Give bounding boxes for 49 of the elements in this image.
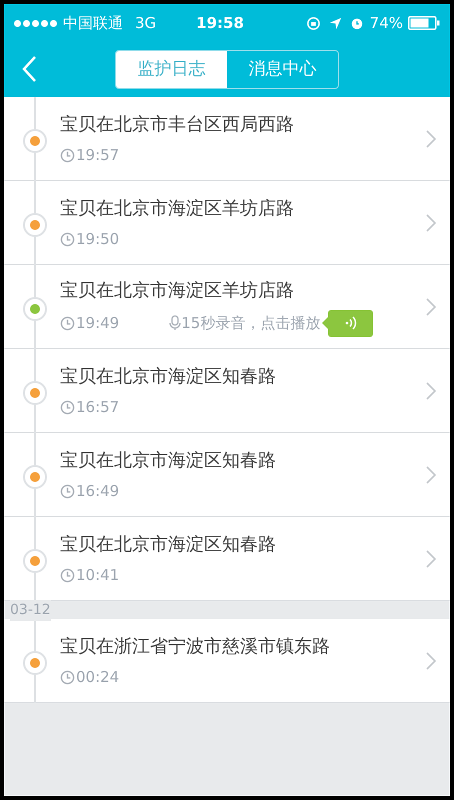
chevron-right-icon bbox=[426, 382, 436, 400]
location-title: 宝贝在北京市海淀区知春路 bbox=[60, 532, 277, 557]
status-time: 19:58 bbox=[196, 12, 244, 34]
entry-time: 19:57 bbox=[76, 144, 120, 166]
chevron-right-icon bbox=[426, 298, 436, 316]
location-title: 宝贝在北京市丰台区西局西路 bbox=[60, 112, 295, 137]
sound-wave-icon bbox=[344, 316, 357, 330]
battery-percent: 74% bbox=[370, 12, 403, 34]
chevron-right-icon bbox=[426, 466, 436, 484]
signal-icon bbox=[14, 20, 57, 26]
network-label: 3G bbox=[135, 12, 156, 34]
carrier-label: 中国联通 bbox=[63, 12, 123, 34]
entry-time: 19:50 bbox=[76, 228, 120, 250]
entry-time: 16:49 bbox=[76, 480, 120, 502]
clock-icon bbox=[60, 400, 75, 414]
chevron-right-icon bbox=[426, 130, 436, 148]
rotation-lock-icon bbox=[306, 16, 321, 30]
microphone-icon bbox=[169, 315, 182, 331]
clock-icon bbox=[60, 670, 75, 684]
voice-note-label: 15秒录音，点击播放 bbox=[181, 312, 320, 334]
location-title: 宝贝在北京市海淀区知春路 bbox=[60, 448, 277, 473]
location-title: 宝贝在北京市海淀区羊坊店路 bbox=[60, 196, 295, 221]
log-entry[interactable]: 宝贝在北京市丰台区西局西路 19:57 bbox=[4, 97, 450, 181]
log-entry[interactable]: 宝贝在北京市海淀区羊坊店路 19:50 bbox=[4, 181, 450, 265]
log-entry[interactable]: 宝贝在北京市海淀区知春路 16:49 bbox=[4, 433, 450, 517]
location-icon bbox=[328, 16, 342, 30]
entry-time: 10:41 bbox=[76, 564, 120, 586]
chevron-right-icon bbox=[426, 214, 436, 232]
entry-time: 19:49 bbox=[76, 312, 120, 334]
chevron-right-icon bbox=[426, 652, 436, 670]
chevron-right-icon bbox=[426, 550, 436, 568]
log-entry[interactable]: 宝贝在浙江省宁波市慈溪市镇东路 00:24 bbox=[4, 619, 450, 703]
location-title: 宝贝在浙江省宁波市慈溪市镇东路 bbox=[60, 634, 331, 659]
clock-icon bbox=[60, 568, 75, 582]
entry-time: 16:57 bbox=[76, 396, 120, 418]
clock-icon bbox=[60, 148, 75, 162]
entry-time: 00:24 bbox=[76, 666, 120, 688]
battery-icon bbox=[408, 16, 440, 30]
log-entry[interactable]: 宝贝在北京市海淀区羊坊店路 19:49 15秒录音，点击播放 bbox=[4, 265, 450, 349]
log-entry[interactable]: 宝贝在北京市海淀区知春路 10:41 bbox=[4, 517, 450, 601]
location-title: 宝贝在北京市海淀区羊坊店路 bbox=[60, 278, 295, 302]
play-voice-button[interactable] bbox=[328, 310, 374, 336]
clock-icon bbox=[60, 484, 75, 498]
location-title: 宝贝在北京市海淀区知春路 bbox=[60, 364, 277, 389]
clock-icon bbox=[60, 232, 75, 246]
alarm-icon bbox=[350, 16, 364, 30]
log-entry[interactable]: 宝贝在北京市海淀区知春路 16:57 bbox=[4, 349, 450, 433]
date-header: 03-12 bbox=[10, 600, 51, 620]
clock-icon bbox=[60, 316, 75, 330]
